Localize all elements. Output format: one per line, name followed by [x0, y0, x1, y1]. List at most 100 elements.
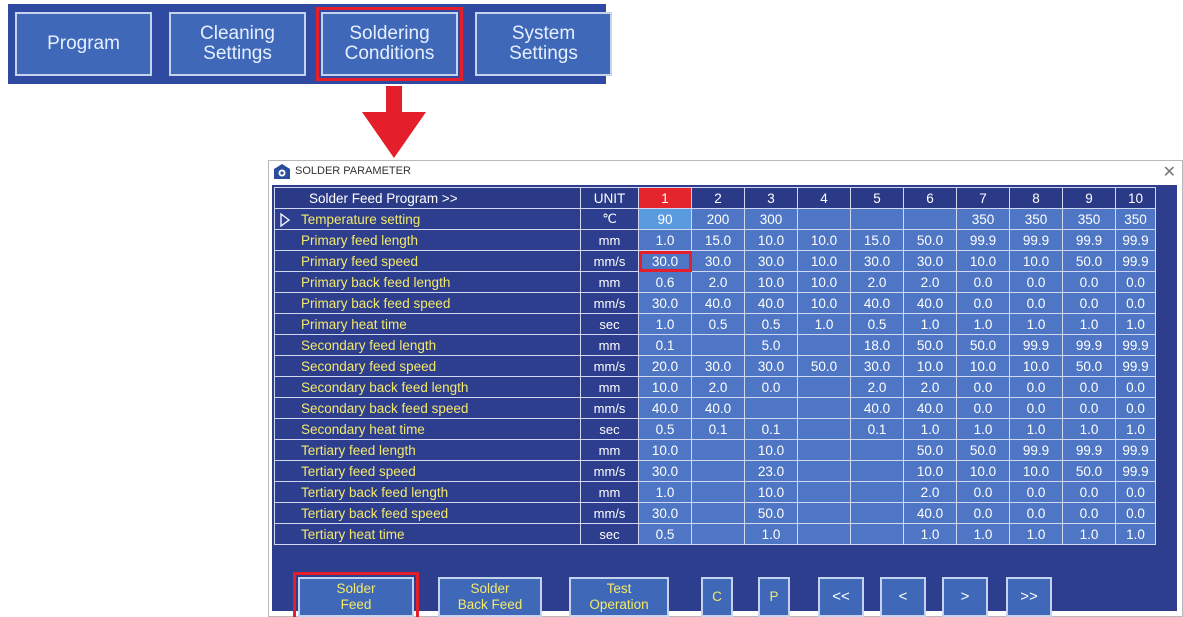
value-cell[interactable]: 0.5 — [638, 418, 692, 440]
value-cell[interactable]: 2.0 — [691, 271, 745, 293]
value-cell[interactable]: 10.0 — [744, 481, 798, 503]
value-cell[interactable]: 40.0 — [850, 292, 904, 314]
value-cell[interactable]: 0.5 — [850, 313, 904, 335]
value-cell[interactable]: 1.0 — [1009, 418, 1063, 440]
value-cell[interactable]: 30.0 — [691, 250, 745, 272]
value-cell[interactable] — [691, 439, 745, 461]
value-cell[interactable]: 0.0 — [956, 271, 1010, 293]
value-cell[interactable]: 50.0 — [744, 502, 798, 524]
param-tertiary-heat-time[interactable]: Tertiary heat time — [274, 523, 581, 545]
param-primary-heat-time[interactable]: Primary heat time — [274, 313, 581, 335]
value-cell[interactable]: 0.0 — [1009, 376, 1063, 398]
c-button[interactable]: C — [701, 577, 733, 617]
value-cell[interactable]: 10.0 — [797, 250, 851, 272]
value-cell[interactable] — [797, 376, 851, 398]
value-cell[interactable]: 10.0 — [1009, 250, 1063, 272]
value-cell[interactable]: 0.0 — [744, 376, 798, 398]
value-cell[interactable]: 10.0 — [797, 292, 851, 314]
value-cell[interactable]: 0.0 — [956, 376, 1010, 398]
value-cell[interactable] — [797, 523, 851, 545]
value-cell[interactable]: 0.0 — [1115, 271, 1156, 293]
value-cell[interactable]: 0.6 — [638, 271, 692, 293]
value-cell[interactable]: 99.9 — [1009, 229, 1063, 251]
close-icon[interactable]: ✕ — [1163, 162, 1176, 182]
value-cell[interactable]: 30.0 — [691, 355, 745, 377]
value-cell[interactable]: 1.0 — [903, 418, 957, 440]
value-cell[interactable]: 10.0 — [1009, 355, 1063, 377]
program-header[interactable]: Solder Feed Program >> — [274, 187, 581, 209]
value-cell[interactable]: 0.5 — [744, 313, 798, 335]
value-cell[interactable]: 10.0 — [638, 439, 692, 461]
last-page-button[interactable]: >> — [1006, 577, 1052, 617]
value-cell[interactable]: 0.0 — [1009, 271, 1063, 293]
value-cell[interactable] — [691, 460, 745, 482]
value-cell[interactable] — [850, 502, 904, 524]
value-cell[interactable]: 99.9 — [1062, 439, 1116, 461]
value-cell[interactable] — [903, 208, 957, 230]
solder-feed-button[interactable]: Solder Feed — [293, 572, 419, 617]
column-header-2[interactable]: 2 — [691, 187, 745, 209]
value-cell[interactable]: 50.0 — [903, 229, 957, 251]
value-cell[interactable]: 40.0 — [903, 292, 957, 314]
value-cell[interactable]: 0.1 — [691, 418, 745, 440]
value-cell[interactable]: 1.0 — [903, 313, 957, 335]
value-cell[interactable] — [691, 502, 745, 524]
value-cell[interactable]: 0.0 — [1115, 397, 1156, 419]
param-primary-back-feed-length[interactable]: Primary back feed length — [274, 271, 581, 293]
value-cell[interactable]: 10.0 — [956, 250, 1010, 272]
value-cell[interactable]: 1.0 — [744, 523, 798, 545]
value-cell[interactable]: 99.9 — [1115, 355, 1156, 377]
column-header-8[interactable]: 8 — [1009, 187, 1063, 209]
value-cell[interactable] — [797, 334, 851, 356]
value-cell[interactable]: 40.0 — [850, 397, 904, 419]
value-cell[interactable]: 50.0 — [903, 334, 957, 356]
test-operation-button[interactable]: Test Operation — [569, 577, 669, 617]
previous-button[interactable]: < — [880, 577, 926, 617]
value-cell[interactable]: 20.0 — [638, 355, 692, 377]
value-cell[interactable]: 0.5 — [638, 523, 692, 545]
value-cell[interactable] — [797, 439, 851, 461]
value-cell[interactable]: 99.9 — [1009, 334, 1063, 356]
param-tertiary-feed-speed[interactable]: Tertiary feed speed — [274, 460, 581, 482]
value-cell[interactable]: 18.0 — [850, 334, 904, 356]
value-cell[interactable]: 50.0 — [797, 355, 851, 377]
value-cell[interactable] — [850, 523, 904, 545]
value-cell[interactable]: 0.1 — [638, 334, 692, 356]
value-cell[interactable]: 0.0 — [1009, 292, 1063, 314]
param-secondary-feed-speed[interactable]: Secondary feed speed — [274, 355, 581, 377]
value-cell[interactable]: 0.0 — [1009, 397, 1063, 419]
param-secondary-feed-length[interactable]: Secondary feed length — [274, 334, 581, 356]
value-cell[interactable]: 99.9 — [1115, 460, 1156, 482]
cleaning-settings-button[interactable]: Cleaning Settings — [169, 12, 306, 76]
value-cell[interactable]: 10.0 — [744, 271, 798, 293]
value-cell[interactable]: 40.0 — [691, 397, 745, 419]
value-cell[interactable]: 1.0 — [638, 229, 692, 251]
value-cell[interactable]: 99.9 — [1115, 334, 1156, 356]
value-cell[interactable]: 99.9 — [956, 229, 1010, 251]
value-cell[interactable]: 30.0 — [850, 355, 904, 377]
value-cell[interactable]: 10.0 — [956, 355, 1010, 377]
value-cell[interactable]: 23.0 — [744, 460, 798, 482]
value-cell[interactable]: 1.0 — [1115, 523, 1156, 545]
param-secondary-heat-time[interactable]: Secondary heat time — [274, 418, 581, 440]
value-cell[interactable]: 90 — [638, 208, 692, 230]
value-cell[interactable]: 0.0 — [1115, 502, 1156, 524]
param-tertiary-feed-length[interactable]: Tertiary feed length — [274, 439, 581, 461]
value-cell[interactable]: 99.9 — [1115, 229, 1156, 251]
value-cell[interactable]: 99.9 — [1062, 229, 1116, 251]
value-cell[interactable] — [797, 418, 851, 440]
value-cell[interactable]: 1.0 — [956, 418, 1010, 440]
value-cell[interactable] — [691, 523, 745, 545]
value-cell[interactable] — [850, 481, 904, 503]
value-cell[interactable]: 1.0 — [903, 523, 957, 545]
p-button[interactable]: P — [758, 577, 790, 617]
next-button[interactable]: > — [942, 577, 988, 617]
value-cell[interactable]: 10.0 — [744, 229, 798, 251]
column-header-5[interactable]: 5 — [850, 187, 904, 209]
column-header-4[interactable]: 4 — [797, 187, 851, 209]
value-cell[interactable]: 99.9 — [1062, 334, 1116, 356]
value-cell[interactable]: 350 — [1009, 208, 1063, 230]
value-cell[interactable]: 1.0 — [1115, 418, 1156, 440]
value-cell[interactable]: 1.0 — [1062, 313, 1116, 335]
param-secondary-back-feed-length[interactable]: Secondary back feed length — [274, 376, 581, 398]
